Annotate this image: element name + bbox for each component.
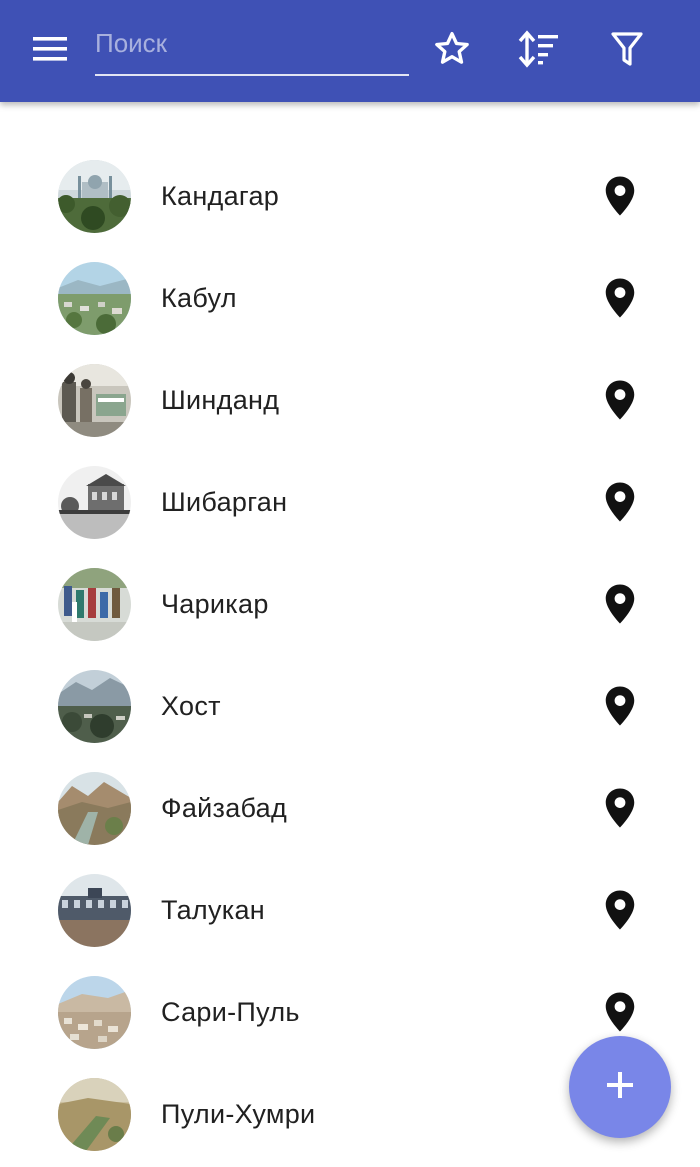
city-photo	[58, 160, 131, 233]
list-item[interactable]: Шибарган	[0, 451, 700, 553]
map-pin-icon[interactable]	[602, 481, 638, 523]
map-pin-icon[interactable]	[602, 175, 638, 217]
map-pin-icon[interactable]	[602, 787, 638, 829]
add-button[interactable]	[569, 1036, 671, 1138]
favorites-button[interactable]	[427, 26, 477, 76]
sort-button[interactable]	[514, 26, 564, 76]
filter-icon	[610, 30, 644, 73]
list-item[interactable]: Файзабад	[0, 757, 700, 859]
city-name: Сари-Пуль	[161, 997, 300, 1027]
star-outline-icon	[432, 29, 472, 74]
city-name: Пули-Хумри	[161, 1099, 316, 1129]
map-pin-icon[interactable]	[602, 379, 638, 421]
city-name: Хост	[161, 691, 221, 721]
city-photo	[58, 262, 131, 335]
city-photo	[58, 874, 131, 947]
city-name: Файзабад	[161, 793, 288, 823]
top-app-bar	[0, 0, 700, 102]
city-photo	[58, 568, 131, 641]
search-input[interactable]	[95, 20, 409, 66]
hamburger-menu-icon	[33, 36, 69, 67]
map-pin-icon[interactable]	[602, 991, 638, 1033]
city-photo	[58, 772, 131, 845]
search-field	[95, 20, 409, 76]
map-pin-icon[interactable]	[602, 583, 638, 625]
city-name: Чарикар	[161, 589, 269, 619]
map-pin-icon[interactable]	[602, 685, 638, 727]
list-item[interactable]: Чарикар	[0, 553, 700, 655]
city-photo	[58, 670, 131, 743]
list-item[interactable]: Кандагар	[0, 145, 700, 247]
menu-button[interactable]	[22, 26, 80, 76]
city-photo	[58, 976, 131, 1049]
city-photo	[58, 1078, 131, 1151]
city-photo	[58, 364, 131, 437]
city-name: Шинданд	[161, 385, 280, 415]
map-pin-icon[interactable]	[602, 889, 638, 931]
sort-icon	[517, 29, 561, 74]
list-item[interactable]: Хост	[0, 655, 700, 757]
city-list: Кандагар Кабул Шинданд Шибарган Чарикар …	[0, 145, 700, 1165]
city-photo	[58, 466, 131, 539]
filter-button[interactable]	[602, 26, 652, 76]
city-name: Кандагар	[161, 181, 280, 211]
city-name: Талукан	[161, 895, 265, 925]
plus-icon	[605, 1070, 635, 1105]
list-item[interactable]: Шинданд	[0, 349, 700, 451]
map-pin-icon[interactable]	[602, 277, 638, 319]
city-name: Кабул	[161, 283, 237, 313]
list-item[interactable]: Кабул	[0, 247, 700, 349]
city-name: Шибарган	[161, 487, 288, 517]
list-item[interactable]: Талукан	[0, 859, 700, 961]
